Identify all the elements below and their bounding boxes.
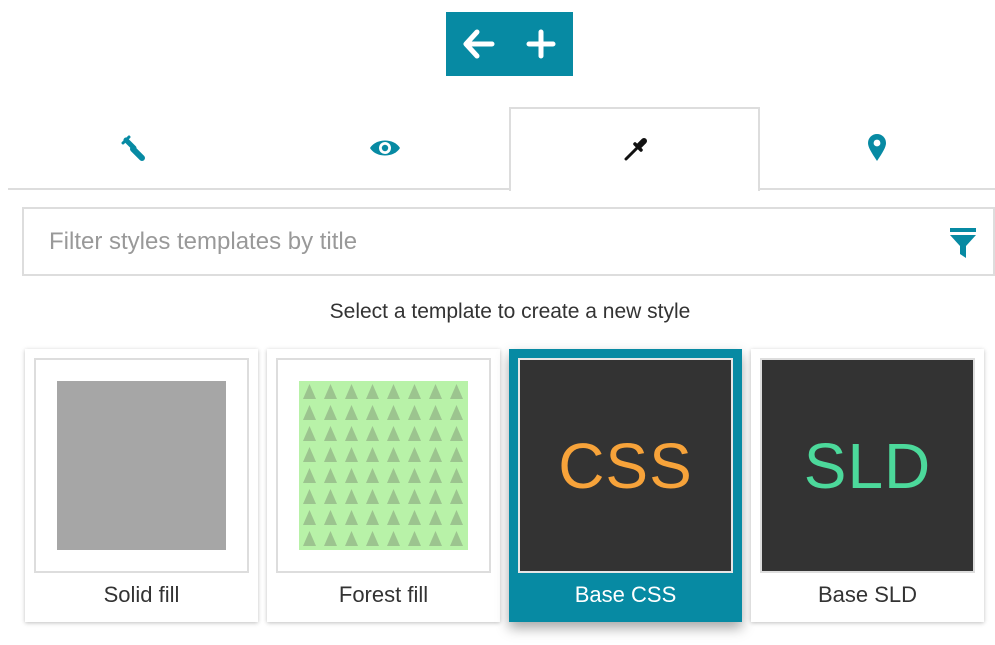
map-marker-icon	[868, 134, 886, 161]
back-button[interactable]	[459, 24, 499, 64]
solid-fill-swatch	[57, 381, 226, 550]
template-card-solid-fill[interactable]: Solid fill	[25, 349, 258, 622]
arrow-left-icon	[463, 29, 494, 59]
eyedropper-icon	[624, 138, 647, 161]
template-card-forest-fill[interactable]: Forest fill	[267, 349, 500, 622]
sld-thumb-text: SLD	[762, 360, 973, 571]
tab-location[interactable]	[759, 107, 995, 189]
template-label: Solid fill	[103, 582, 180, 607]
template-label: Base SLD	[817, 582, 918, 607]
filter-box	[22, 207, 995, 276]
css-thumb-text: CSS	[520, 360, 731, 571]
template-label: Base CSS	[574, 582, 677, 607]
plus-icon	[526, 29, 555, 59]
template-thumbnail	[276, 358, 491, 573]
template-label: Forest fill	[338, 582, 429, 607]
tab-preview[interactable]	[259, 107, 510, 189]
tab-bar	[8, 107, 995, 191]
add-button[interactable]	[521, 24, 561, 64]
forest-pattern-swatch	[299, 381, 468, 550]
template-thumbnail	[34, 358, 249, 573]
template-card-base-sld[interactable]: SLD Base SLD	[751, 349, 984, 622]
tab-settings[interactable]	[8, 107, 259, 189]
filter-input[interactable]	[24, 209, 924, 274]
template-card-base-css[interactable]: CSS Base CSS	[509, 349, 742, 622]
eye-icon	[369, 140, 400, 156]
wrench-icon	[121, 135, 145, 161]
template-thumbnail: CSS	[518, 358, 733, 573]
template-hint: Select a template to create a new style	[329, 300, 691, 323]
style-toolbar	[446, 12, 573, 76]
funnel-icon[interactable]	[949, 227, 977, 259]
tab-style-editor[interactable]	[509, 107, 760, 191]
template-thumbnail: SLD	[760, 358, 975, 573]
